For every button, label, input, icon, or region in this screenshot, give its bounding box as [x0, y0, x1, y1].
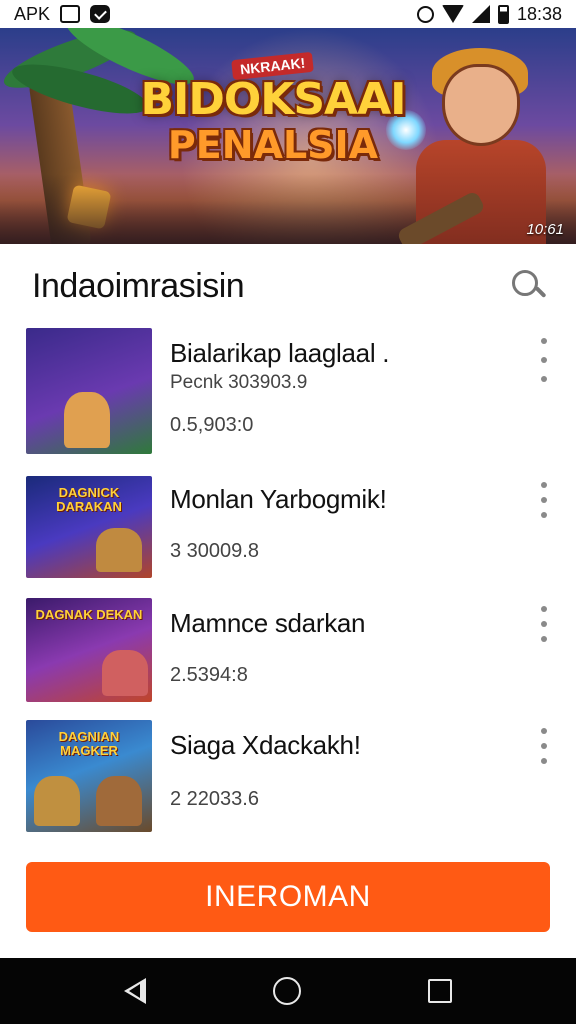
hero-subtitle: PENALSIA	[167, 123, 379, 167]
thumbnail-character	[96, 776, 142, 826]
signal-icon	[471, 5, 490, 23]
thumbnail-label: DAGNAK DEKAN	[35, 607, 143, 622]
status-bar: APK 18:38	[0, 0, 576, 28]
back-icon[interactable]	[123, 978, 146, 1004]
thumbnail-character	[64, 392, 110, 448]
status-time: 18:38	[516, 3, 562, 24]
game-subtitle: Pecnk 303903.9	[170, 372, 308, 393]
hero-title: BIDOKSAAI	[140, 74, 406, 125]
game-title: Mamnce sdarkan	[170, 608, 366, 638]
game-title: Siaga Xdackakh!	[170, 730, 361, 760]
more-options-icon[interactable]	[536, 482, 552, 518]
list-item[interactable]: DAGNICK DARAKAN Monlan Yarbogmik! 3 3000…	[0, 454, 576, 578]
game-meta: 2.5394:8	[170, 664, 248, 686]
thumbnail-art: DAGNAK DEKAN	[26, 598, 152, 702]
character-head	[442, 64, 520, 146]
game-meta: 0.5,903:0	[170, 414, 254, 436]
install-button[interactable]: INEROMAN	[26, 862, 550, 932]
thumbnail-character	[96, 528, 142, 572]
message-icon	[90, 5, 111, 23]
game-thumbnail[interactable]: DAGNICK DARAKAN	[26, 476, 152, 578]
status-right: 18:38	[416, 3, 562, 25]
thumbnail-art: DAGNIAN MAGKER	[26, 720, 152, 832]
game-thumbnail[interactable]	[26, 328, 152, 454]
search-icon[interactable]	[510, 268, 546, 304]
alarm-icon	[416, 5, 434, 23]
list-item[interactable]: DAGNIAN MAGKER Siaga Xdackakh! 2 22033.6	[0, 698, 576, 838]
thumbnail-character	[102, 650, 148, 696]
home-icon[interactable]	[272, 977, 301, 1005]
thumbnail-art	[26, 328, 152, 454]
recents-icon[interactable]	[428, 979, 453, 1003]
thumbnail-label: DAGNICK DARAKAN	[56, 485, 122, 514]
section-title: Indaoimrasisin	[32, 266, 245, 305]
hero-logo: NKRAAK! BIDOKSAAI PENALSIA	[128, 51, 418, 167]
navigation-bar	[0, 958, 576, 1024]
game-list: Bialarikap laaglaal . Pecnk 303903.9 0.5…	[0, 322, 576, 838]
game-meta: 2 22033.6	[170, 788, 259, 810]
hero-banner[interactable]: NKRAAK! BIDOKSAAI PENALSIA 10:61	[0, 28, 576, 244]
thumbnail-character	[34, 776, 80, 826]
image-icon	[60, 5, 81, 23]
wifi-icon	[441, 5, 464, 23]
list-header: Indaoimrasisin	[0, 252, 576, 320]
status-left: APK	[14, 3, 111, 25]
list-item[interactable]: DAGNAK DEKAN Mamnce sdarkan 2.5394:8	[0, 576, 576, 702]
carrier-label: APK	[14, 3, 51, 24]
hero-character	[386, 40, 566, 244]
game-title: Monlan Yarbogmik!	[170, 484, 387, 514]
more-options-icon[interactable]	[536, 338, 552, 382]
list-item[interactable]: Bialarikap laaglaal . Pecnk 303903.9 0.5…	[0, 322, 576, 454]
game-thumbnail[interactable]: DAGNIAN MAGKER	[26, 720, 152, 832]
thumbnail-art: DAGNICK DARAKAN	[26, 476, 152, 578]
hero-badge: 10:61	[526, 221, 564, 238]
game-title: Bialarikap laaglaal .	[170, 338, 390, 368]
more-options-icon[interactable]	[536, 728, 552, 764]
game-thumbnail[interactable]: DAGNAK DEKAN	[26, 598, 152, 702]
battery-icon	[497, 4, 509, 24]
more-options-icon[interactable]	[536, 606, 552, 642]
thumbnail-label: DAGNIAN MAGKER	[58, 729, 120, 758]
game-meta: 3 30009.8	[170, 540, 259, 562]
